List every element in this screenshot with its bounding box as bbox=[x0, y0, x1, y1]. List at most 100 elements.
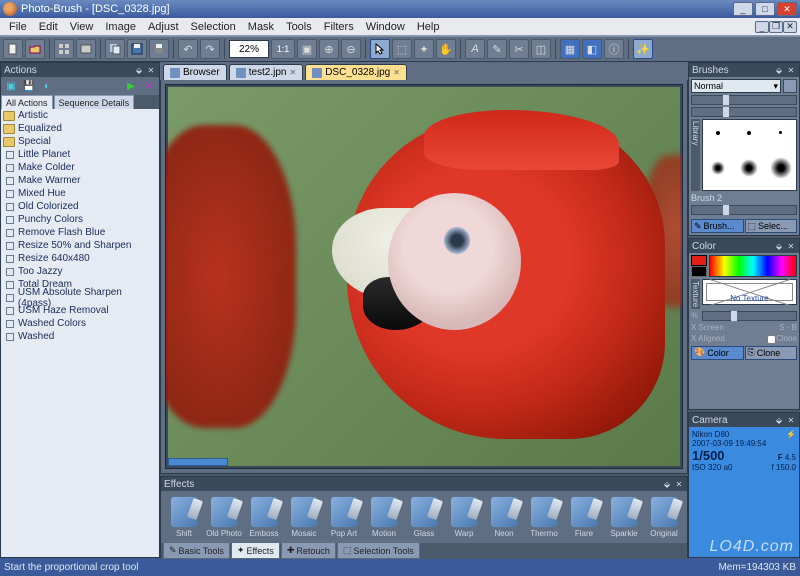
effect-motion[interactable]: Motion bbox=[365, 493, 403, 541]
tab-select[interactable]: ⬚Selec... bbox=[745, 219, 798, 233]
camera-pin-icon[interactable]: ⬙ bbox=[774, 415, 784, 425]
zoom-1to1-button[interactable]: 1:1 bbox=[271, 39, 295, 59]
wand-tool[interactable]: ✦ bbox=[414, 39, 434, 59]
action-item[interactable]: USM Absolute Sharpen (4pass) bbox=[1, 291, 159, 304]
menu-window[interactable]: Window bbox=[360, 18, 411, 35]
action-folder[interactable]: Equalized bbox=[1, 122, 159, 135]
color-close-icon[interactable]: ✕ bbox=[786, 241, 796, 251]
effect-pop-art[interactable]: Pop Art bbox=[325, 493, 363, 541]
action-new-icon[interactable]: ▣ bbox=[4, 79, 18, 93]
brushes-pin-icon[interactable]: ⬙ bbox=[774, 65, 784, 75]
color-spectrum[interactable] bbox=[709, 255, 797, 277]
brush-preset[interactable] bbox=[734, 147, 764, 191]
undo-button[interactable]: ↶ bbox=[178, 39, 198, 59]
zoom-in-button[interactable]: ⊕ bbox=[319, 39, 339, 59]
effect-thermo[interactable]: Thermo bbox=[525, 493, 563, 541]
crop-tool[interactable]: ✂ bbox=[509, 39, 529, 59]
effect-neon[interactable]: Neon bbox=[485, 493, 523, 541]
tab-browser[interactable]: Browser bbox=[163, 64, 227, 80]
size-slider[interactable] bbox=[691, 107, 797, 117]
action-play-icon[interactable]: ▶ bbox=[124, 79, 138, 93]
menu-mask[interactable]: Mask bbox=[242, 18, 280, 35]
open-button[interactable] bbox=[25, 39, 45, 59]
color-pin-icon[interactable]: ⬙ bbox=[774, 241, 784, 251]
brush-preset[interactable] bbox=[703, 120, 733, 146]
action-item[interactable]: Too Jazzy bbox=[1, 265, 159, 278]
tab-effects[interactable]: ✦Effects bbox=[231, 543, 280, 559]
mdi-restore-button[interactable]: ❐ bbox=[769, 21, 783, 33]
background-color[interactable] bbox=[691, 266, 707, 277]
new-button[interactable] bbox=[3, 39, 23, 59]
effect-old-photo[interactable]: Old Photo bbox=[205, 493, 243, 541]
action-item[interactable]: Make Warmer bbox=[1, 174, 159, 187]
tab-all-actions[interactable]: All Actions bbox=[1, 95, 53, 109]
fx-toggle-button[interactable]: ✨ bbox=[633, 39, 653, 59]
menu-filters[interactable]: Filters bbox=[318, 18, 360, 35]
fit-button[interactable]: ▣ bbox=[297, 39, 317, 59]
tab-sequence-details[interactable]: Sequence Details bbox=[54, 95, 135, 109]
effects-pin-icon[interactable]: ⬙ bbox=[662, 479, 672, 489]
action-gear-icon[interactable]: ◐ bbox=[40, 79, 54, 93]
info-button[interactable]: ⓘ bbox=[604, 39, 624, 59]
action-item[interactable]: Make Colder bbox=[1, 161, 159, 174]
action-item[interactable]: Old Colorized bbox=[1, 200, 159, 213]
minimize-button[interactable]: _ bbox=[733, 2, 753, 16]
close-button[interactable]: ✕ bbox=[777, 2, 797, 16]
action-item[interactable]: Mixed Hue bbox=[1, 187, 159, 200]
action-item[interactable]: Washed Colors bbox=[1, 317, 159, 330]
texture-side-tab[interactable]: Texture bbox=[691, 279, 700, 309]
menu-edit[interactable]: Edit bbox=[33, 18, 64, 35]
action-save-icon[interactable]: 💾 bbox=[22, 79, 36, 93]
brush-preset[interactable] bbox=[766, 147, 796, 191]
brush-lock-icon[interactable] bbox=[783, 79, 797, 93]
menu-selection[interactable]: Selection bbox=[185, 18, 242, 35]
effect-mosaic[interactable]: Mosaic bbox=[285, 493, 323, 541]
effect-warp[interactable]: Warp bbox=[445, 493, 483, 541]
camera-close-icon[interactable]: ✕ bbox=[786, 415, 796, 425]
print-button[interactable] bbox=[149, 39, 169, 59]
text-tool[interactable]: A bbox=[465, 39, 485, 59]
menu-adjust[interactable]: Adjust bbox=[142, 18, 185, 35]
library-side-tab[interactable]: Library bbox=[691, 119, 700, 191]
pointer-tool[interactable] bbox=[370, 39, 390, 59]
effects-close-icon[interactable]: ✕ bbox=[674, 479, 684, 489]
action-item[interactable]: Resize 50% and Sharpen bbox=[1, 239, 159, 252]
actions-close-icon[interactable]: ✕ bbox=[146, 65, 156, 75]
tab-retouch[interactable]: ✚Retouch bbox=[281, 543, 336, 559]
eyedropper-tool[interactable]: ✎ bbox=[487, 39, 507, 59]
menu-file[interactable]: File bbox=[3, 18, 33, 35]
clone-checkbox[interactable] bbox=[767, 335, 776, 344]
effect-flare[interactable]: Flare bbox=[565, 493, 603, 541]
hand-tool[interactable]: ✋ bbox=[436, 39, 456, 59]
action-item[interactable]: Washed bbox=[1, 330, 159, 343]
menu-image[interactable]: Image bbox=[99, 18, 142, 35]
marquee-tool[interactable]: ⬚ bbox=[392, 39, 412, 59]
mdi-close-button[interactable]: ✕ bbox=[783, 21, 797, 33]
zoom-out-button[interactable]: ⊖ bbox=[341, 39, 361, 59]
layers-button[interactable]: ▦ bbox=[560, 39, 580, 59]
action-folder[interactable]: Artistic bbox=[1, 109, 159, 122]
redo-button[interactable]: ↷ bbox=[200, 39, 220, 59]
actions-pin-icon[interactable]: ⬙ bbox=[134, 65, 144, 75]
blend-mode-select[interactable]: Normal▾ bbox=[691, 79, 781, 93]
action-item[interactable]: Resize 640x480 bbox=[1, 252, 159, 265]
action-item[interactable]: Punchy Colors bbox=[1, 213, 159, 226]
tab-clone[interactable]: ⎘Clone bbox=[745, 346, 798, 360]
opacity-slider[interactable] bbox=[691, 95, 797, 105]
brushes-close-icon[interactable]: ✕ bbox=[786, 65, 796, 75]
copy-button[interactable] bbox=[105, 39, 125, 59]
tab-brush[interactable]: ✎Brush... bbox=[691, 219, 744, 233]
tab-document[interactable]: DSC_0328.jpg✕ bbox=[305, 64, 407, 80]
tab-close-icon[interactable]: ✕ bbox=[393, 68, 400, 77]
channels-button[interactable]: ◧ bbox=[582, 39, 602, 59]
zoom-input[interactable] bbox=[229, 40, 269, 58]
action-item[interactable]: Little Planet bbox=[1, 148, 159, 161]
mdi-minimize-button[interactable]: _ bbox=[755, 21, 769, 33]
tab-document[interactable]: test2.jpn✕ bbox=[229, 64, 304, 80]
effect-emboss[interactable]: Emboss bbox=[245, 493, 283, 541]
save-button[interactable] bbox=[127, 39, 147, 59]
menu-tools[interactable]: Tools bbox=[280, 18, 318, 35]
grid-button[interactable] bbox=[54, 39, 74, 59]
image-canvas[interactable] bbox=[168, 87, 680, 466]
foreground-color[interactable] bbox=[691, 255, 707, 266]
